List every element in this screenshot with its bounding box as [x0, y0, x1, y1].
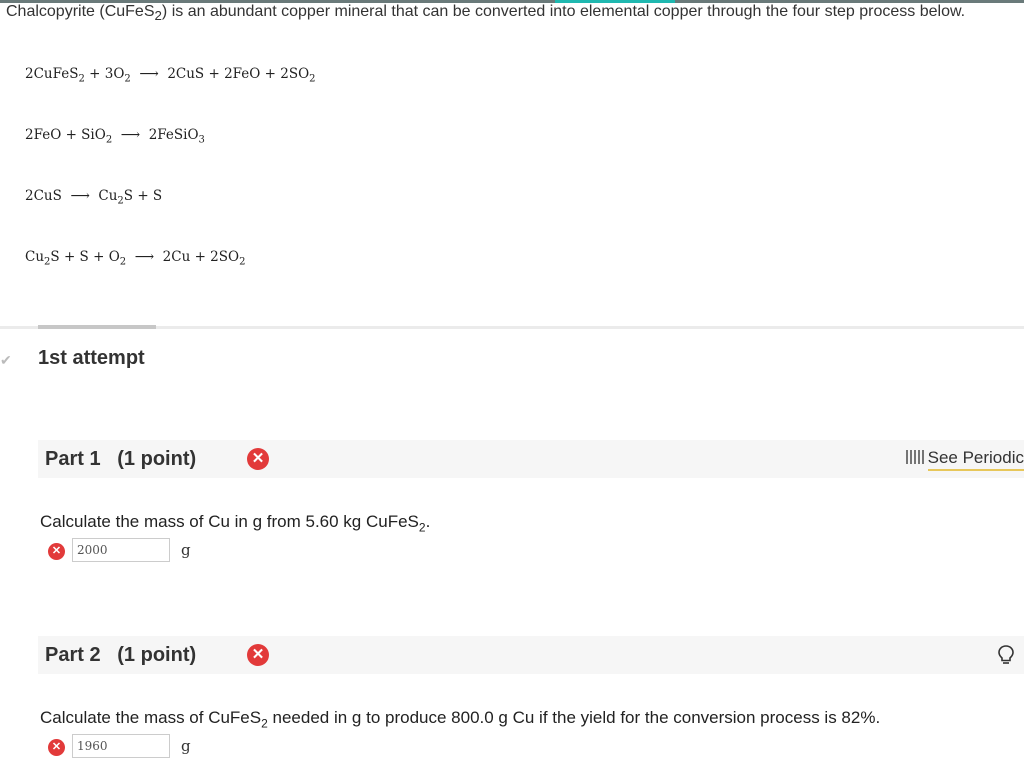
- part-2-question: Calculate the mass of CuFeS2 needed in g…: [40, 708, 880, 730]
- part-2-unit: g: [181, 737, 191, 755]
- part-1-unit: g: [181, 541, 191, 559]
- part-1-name: Part 1: [45, 448, 101, 470]
- close-circle-icon: ✕: [247, 448, 269, 470]
- part-2-answer-input[interactable]: 1960: [72, 734, 170, 758]
- part-1-points: (1 point): [117, 448, 197, 470]
- part-2-header: Part 2 (1 point) ✕: [38, 636, 1024, 674]
- intro-suffix: ) is an abundant copper mineral that can…: [161, 3, 966, 20]
- equation-1: 2CuFeS2 + 3O2 ⟶ 2CuS + 2FeO + 2SO2: [25, 66, 316, 85]
- see-periodic-link[interactable]: See Periodic: [905, 448, 1024, 471]
- intro-subscript: 2: [154, 8, 162, 24]
- part-2-name: Part 2: [45, 644, 101, 666]
- q2-prefix: Calculate the mass of CuFeS: [40, 708, 262, 727]
- part-1-header: Part 1 (1 point) ✕ See Periodic: [38, 440, 1024, 478]
- q1-suffix: .: [425, 512, 431, 531]
- equation-4: Cu2S + S + O2 ⟶ 2Cu + 2SO2: [25, 249, 246, 268]
- attempt-divider: [0, 325, 1024, 329]
- see-periodic-label: See Periodic: [927, 448, 1024, 471]
- part-2-points: (1 point): [117, 644, 197, 666]
- part-2-title: Part 2 (1 point): [45, 644, 196, 667]
- periodic-table-icon: [905, 450, 924, 464]
- part-1-question: Calculate the mass of Cu in g from 5.60 …: [40, 512, 430, 534]
- equation-2: 2FeO + SiO2 ⟶ 2FeSiO3: [25, 127, 205, 146]
- problem-intro: Chalcopyrite (CuFeS2) is an abundant cop…: [6, 2, 965, 26]
- check-icon: ✔: [0, 352, 12, 368]
- q2-suffix: needed in g to produce 800.0 g Cu if the…: [267, 708, 881, 727]
- intro-prefix: Chalcopyrite (CuFeS: [6, 3, 155, 20]
- part-1-answer-input[interactable]: 2000: [72, 538, 170, 562]
- close-circle-icon: ✕: [247, 644, 269, 666]
- q1-prefix: Calculate the mass of Cu in g from 5.60 …: [40, 512, 419, 531]
- attempt-label: 1st attempt: [38, 347, 145, 369]
- part-1-title: Part 1 (1 point): [45, 448, 196, 471]
- lightbulb-icon[interactable]: [996, 644, 1016, 666]
- close-circle-icon: ✕: [48, 739, 65, 756]
- close-circle-icon: ✕: [48, 543, 65, 560]
- attempt-tab-indicator: [38, 325, 156, 329]
- q2-subscript: 2: [261, 716, 268, 731]
- equation-3: 2CuS ⟶ Cu2S + S: [25, 188, 163, 207]
- q1-subscript: 2: [418, 520, 426, 535]
